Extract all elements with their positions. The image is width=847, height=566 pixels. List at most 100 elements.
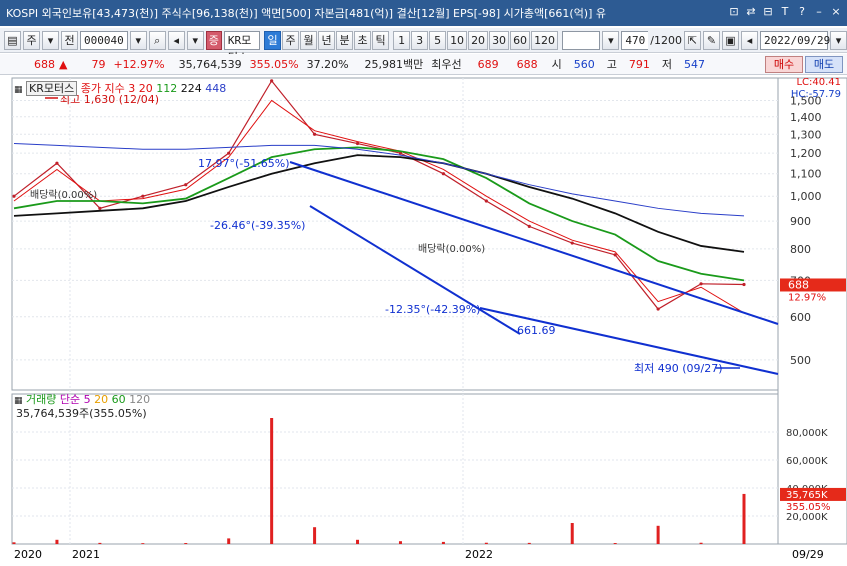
- stock-name[interactable]: KR모터스: [223, 30, 261, 64]
- stock-chart[interactable]: 1,5001,4001,3001,2001,1001,0009008007006…: [0, 76, 847, 566]
- calendar-icon[interactable]: ▾: [830, 30, 847, 50]
- volume-bar: [270, 418, 274, 544]
- prev-date-icon[interactable]: ◂: [741, 30, 758, 50]
- annotation-trend-price: 661.69: [517, 324, 556, 337]
- volume-bar: [441, 541, 445, 544]
- indicator-icon[interactable]: ✎: [703, 30, 720, 50]
- interval-dropdown-icon[interactable]: ▾: [602, 30, 620, 50]
- period-tab-5[interactable]: 초: [354, 30, 372, 50]
- close-icon[interactable]: ×: [829, 4, 843, 20]
- close-point: [55, 161, 59, 165]
- volume: 35,764,539: [178, 57, 242, 71]
- mode-select[interactable]: 주: [23, 30, 40, 50]
- mode-dropdown-icon[interactable]: ▾: [42, 30, 59, 50]
- ma-legend: 20 112 224 448: [139, 82, 227, 95]
- text-icon[interactable]: T: [778, 4, 792, 20]
- interval-5[interactable]: 5: [429, 30, 447, 50]
- search-icon[interactable]: ⌕: [148, 30, 166, 50]
- vol-value: 35,764,539주(355.05%): [16, 407, 147, 420]
- toolbar: ▤ 주 ▾ 전 000040 ▾ ⌕ ◂ ▾ 증 KR모터스 일주월년분초틱 1…: [0, 28, 847, 64]
- window-icon[interactable]: ⊡: [727, 4, 741, 20]
- volume-bar: [356, 539, 360, 544]
- annotation-low: 최저 490 (09/27): [634, 362, 723, 375]
- stock-code-input[interactable]: 000040: [80, 30, 128, 50]
- date-input[interactable]: 2022/09/29: [760, 30, 830, 50]
- price-tick-label-7: 800: [790, 243, 811, 256]
- low-label: 저: [661, 58, 673, 71]
- trade-amount: 25,981백만: [364, 58, 424, 71]
- period-tab-6[interactable]: 틱: [372, 30, 390, 50]
- volume-bar: [699, 542, 703, 544]
- help-icon[interactable]: ?: [795, 4, 809, 20]
- interval-10[interactable]: 10: [447, 30, 468, 50]
- interval-30[interactable]: 30: [489, 30, 510, 50]
- chart-type-icon[interactable]: ▤: [4, 30, 21, 50]
- current-price: 688: [34, 57, 55, 71]
- volume-tick-label-1: 60,000K: [786, 456, 828, 467]
- ma-legend-224: 224: [177, 82, 202, 95]
- chart-menu-icon[interactable]: ▦: [14, 85, 23, 95]
- volume-bar: [141, 543, 145, 544]
- pref-bid: 688: [516, 57, 538, 71]
- period-tab-2[interactable]: 월: [300, 30, 318, 50]
- title-bar: KOSPI 외국인보유[43,473(천)] 주식수[96,138(천)] 액면…: [0, 0, 847, 26]
- close-point: [570, 241, 574, 245]
- pin-icon[interactable]: ⊟: [761, 4, 775, 20]
- annotation-dividend-1: 배당락(0.00%): [30, 189, 97, 201]
- annotation-trend-3: -12.35°(-42.39%): [385, 303, 480, 316]
- interval-1[interactable]: 1: [393, 30, 411, 50]
- volume-bar: [313, 527, 317, 544]
- link-icon[interactable]: ⇄: [744, 4, 758, 20]
- volume-tick-label-0: 80,000K: [786, 428, 828, 439]
- period-tab-3[interactable]: 년: [318, 30, 336, 50]
- code-dropdown-icon[interactable]: ▾: [129, 30, 147, 50]
- volume-bar: [184, 543, 188, 544]
- open-label: 시: [551, 58, 562, 71]
- close-point: [227, 151, 231, 155]
- price-tick-label-6: 900: [790, 215, 811, 228]
- buy-button[interactable]: 매수: [765, 56, 803, 73]
- period-tab-4[interactable]: 분: [336, 30, 354, 50]
- volume-pct: 355.05%: [249, 57, 299, 71]
- interval-60[interactable]: 60: [510, 30, 531, 50]
- pref-label: 최우선: [431, 58, 462, 71]
- ma-legend-112: 112: [152, 82, 178, 95]
- x-label-2: 2022: [465, 548, 493, 561]
- pref-ask: 689: [477, 57, 499, 71]
- volume-bar: [484, 542, 488, 544]
- low-price: 547: [684, 57, 706, 71]
- arrow-down-icon[interactable]: ▾: [186, 30, 204, 50]
- period-tab-0[interactable]: 일: [264, 30, 282, 50]
- close-point: [484, 199, 488, 203]
- minimize-icon[interactable]: –: [812, 4, 826, 20]
- volume-tag: 35,765K: [786, 490, 828, 501]
- interval-buttons: 1 3 5 10 20 30 60 120: [393, 30, 559, 50]
- price-tick-label-1: 1,400: [790, 111, 822, 124]
- price-change-pct: +12.97%: [113, 57, 165, 71]
- price-tag-pct: 12.97%: [788, 292, 826, 303]
- close-point: [184, 183, 188, 187]
- price-tick-label-4: 1,100: [790, 168, 822, 181]
- margin-badge: 증: [205, 30, 222, 50]
- interval-20[interactable]: 20: [468, 30, 489, 50]
- save-icon[interactable]: ▣: [722, 30, 739, 50]
- ma-legend-20: 20: [138, 82, 153, 95]
- sell-button[interactable]: 매도: [805, 56, 843, 73]
- interval-3[interactable]: 3: [411, 30, 429, 50]
- annotation-dividend-2: 배당락(0.00%): [418, 243, 485, 255]
- interval-input[interactable]: [562, 30, 601, 50]
- period-tab-1[interactable]: 주: [282, 30, 300, 50]
- interval-120[interactable]: 120: [531, 30, 559, 50]
- volume-tag-pct: 355.05%: [786, 502, 831, 513]
- price-tick-label-10: 500: [790, 354, 811, 367]
- close-point: [742, 282, 746, 287]
- sound-icon[interactable]: ◂: [167, 30, 185, 50]
- volume-bar: [12, 542, 16, 544]
- prev-button[interactable]: 전: [61, 30, 78, 50]
- period-tabs: 일주월년분초틱: [264, 30, 390, 50]
- count-input[interactable]: 470: [621, 30, 649, 50]
- legend-name[interactable]: KR모터스: [26, 81, 78, 96]
- volume-bar: [55, 539, 59, 544]
- close-point: [699, 282, 703, 286]
- expand-icon[interactable]: ⇱: [684, 30, 701, 50]
